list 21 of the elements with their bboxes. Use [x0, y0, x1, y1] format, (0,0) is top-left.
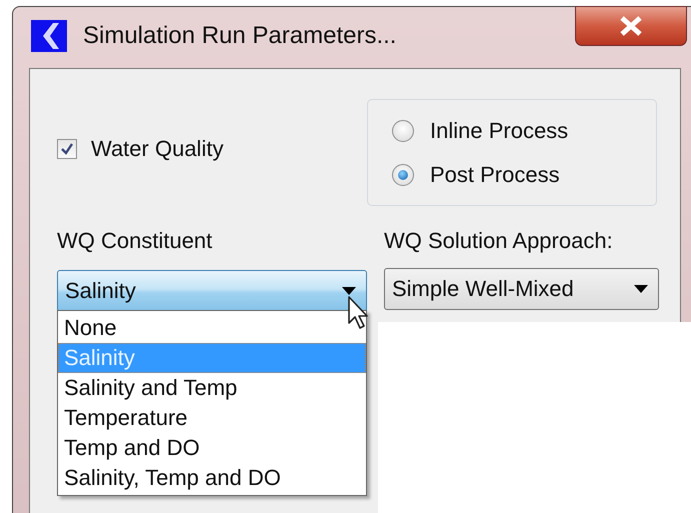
dropdown-option[interactable]: None [58, 313, 366, 343]
wq-constituent-label: WQ Constituent [57, 228, 214, 254]
radio-label: Post Process [430, 162, 560, 188]
water-quality-label: Water Quality [91, 136, 224, 162]
wq-solution-approach-label: WQ Solution Approach: [384, 228, 614, 254]
process-radio[interactable] [392, 120, 414, 142]
dropdown-arrow-icon [342, 287, 356, 295]
dropdown-arrow-icon [634, 285, 648, 293]
radio-label: Inline Process [430, 118, 568, 144]
dropdown-option[interactable]: Salinity and Temp [58, 373, 366, 403]
dropdown-option[interactable]: Salinity, Temp and DO [58, 463, 366, 493]
dropdown-option[interactable]: Temperature [58, 403, 366, 433]
wq-constituent-dropdown[interactable]: Salinity [57, 270, 367, 312]
dropdown-option[interactable]: Temp and DO [58, 433, 366, 463]
close-button[interactable] [575, 6, 687, 46]
app-logo-icon [31, 20, 67, 52]
water-quality-checkbox[interactable] [57, 139, 77, 159]
close-icon [619, 16, 643, 36]
window-title: Simulation Run Parameters... [83, 22, 396, 50]
process-radio[interactable] [392, 164, 414, 186]
wq-solution-approach-dropdown[interactable]: Simple Well-Mixed [384, 268, 659, 310]
